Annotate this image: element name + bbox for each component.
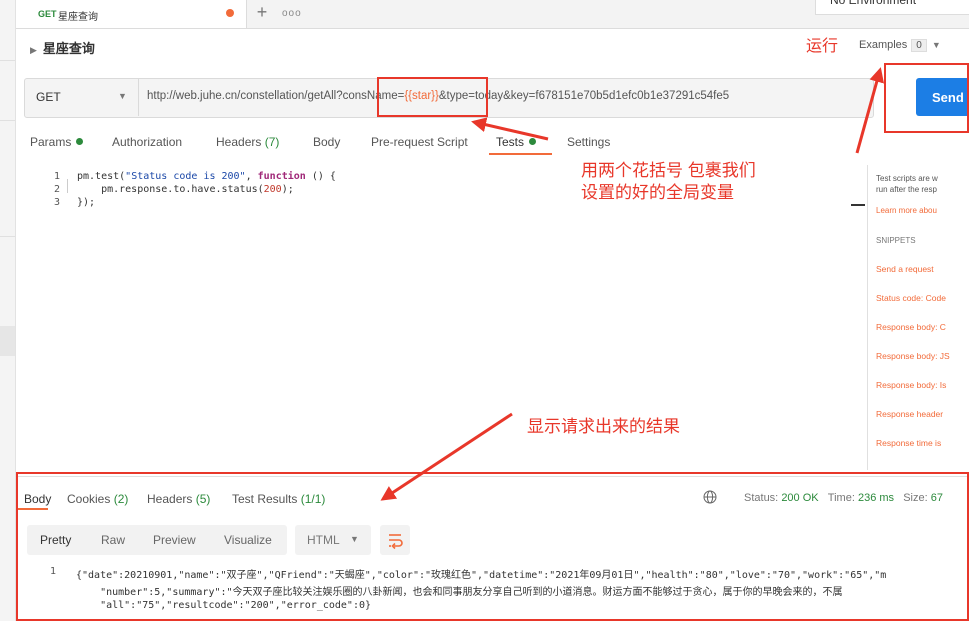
arrow-to-response [380,412,513,501]
arrow-to-url-variable [471,117,549,141]
arrow-to-send [855,67,885,154]
annotation-arrows [380,67,885,501]
